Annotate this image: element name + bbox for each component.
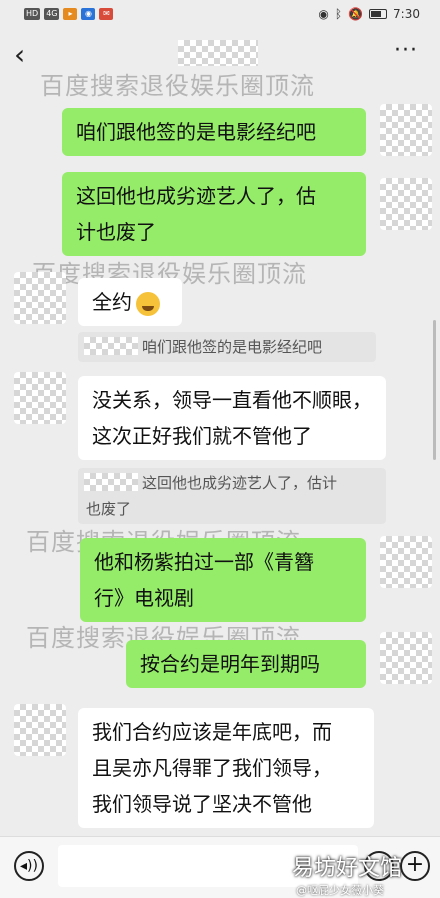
message-text-line: 计也废了 — [76, 220, 156, 244]
voice-icon[interactable]: ◂)) — [14, 851, 44, 881]
quote-sender-redacted — [84, 473, 138, 491]
browser-app-icon: ◉ — [81, 8, 96, 20]
corner-watermark-title: 易坊好文馆 — [292, 856, 403, 881]
message-bubble-right[interactable]: 他和杨紫拍过一部《青簪 行》电视剧 — [80, 538, 366, 622]
message-text: 按合约是明年到期吗 — [140, 652, 320, 676]
quote-text-line: 这回他也成劣迹艺人了，估计 — [142, 474, 338, 492]
signal-icon: 4G — [44, 8, 60, 20]
back-button[interactable]: ‹ — [14, 40, 38, 70]
quoted-message[interactable]: 这回他也成劣迹艺人了，估计 也废了 — [78, 468, 386, 524]
corner-watermark-sub: @呕屁少女薇小葵 — [296, 884, 384, 897]
contact-avatar[interactable] — [14, 272, 66, 324]
message-text-line: 没关系，领导一直看他不顺眼， — [92, 388, 372, 412]
message-text-line: 这次正好我们就不管他了 — [92, 424, 312, 448]
more-button[interactable]: ··· — [394, 38, 418, 63]
message-text-line: 我们领导说了坚决不管他 — [92, 792, 312, 816]
bluetooth-icon: ᛒ — [334, 7, 343, 21]
chat-title-redacted — [178, 40, 258, 66]
hd-icon: HD — [24, 8, 41, 20]
eye-icon: ◉ — [318, 7, 329, 21]
message-text-line: 我们合约应该是年底吧，而 — [92, 720, 332, 744]
quote-text-line: 也废了 — [86, 500, 132, 518]
self-avatar[interactable] — [380, 104, 432, 156]
plus-icon[interactable]: + — [400, 851, 430, 881]
quote-text: 咱们跟他签的是电影经纪吧 — [142, 338, 323, 356]
message-bubble-right[interactable]: 按合约是明年到期吗 — [126, 640, 366, 688]
message-text-line: 行》电视剧 — [94, 586, 194, 610]
message-bubble-left[interactable]: 全约 — [78, 278, 182, 326]
contact-avatar[interactable] — [14, 372, 66, 424]
message-text: 咱们跟他签的是电影经纪吧 — [76, 120, 316, 144]
mute-icon: 🔕 — [348, 7, 364, 21]
quoted-message[interactable]: 咱们跟他签的是电影经纪吧 — [78, 332, 376, 362]
status-time: 7:30 — [393, 7, 420, 21]
mail-app-icon: ✉ — [99, 8, 114, 20]
status-bar: HD 4G ▸ ◉ ✉ ◉ ᛒ 🔕 7:30 — [0, 0, 440, 30]
battery-icon — [369, 9, 388, 19]
message-bubble-left[interactable]: 我们合约应该是年底吧，而 且吴亦凡得罪了我们领导， 我们领导说了坚决不管他 — [78, 708, 374, 828]
scrollbar[interactable] — [433, 320, 436, 460]
message-text-line: 且吴亦凡得罪了我们领导， — [92, 756, 332, 780]
self-avatar[interactable] — [380, 632, 432, 684]
self-avatar[interactable] — [380, 178, 432, 230]
video-app-icon: ▸ — [63, 8, 78, 20]
watermark-text: 百度搜索退役娱乐圈顶流 — [40, 72, 315, 100]
message-text-line: 他和杨紫拍过一部《青簪 — [94, 550, 314, 574]
message-text: 全约 — [92, 290, 132, 314]
message-bubble-right[interactable]: 这回他也成劣迹艺人了，估 计也废了 — [62, 172, 366, 256]
contact-avatar[interactable] — [14, 704, 66, 756]
message-bubble-right[interactable]: 咱们跟他签的是电影经纪吧 — [62, 108, 366, 156]
status-right-icons: ◉ ᛒ 🔕 7:30 — [318, 7, 420, 21]
crying-laughing-emoji-icon — [136, 291, 160, 316]
message-bubble-left[interactable]: 没关系，领导一直看他不顺眼， 这次正好我们就不管他了 — [78, 376, 386, 460]
status-left-icons: HD 4G ▸ ◉ ✉ — [24, 8, 114, 20]
message-text-line: 这回他也成劣迹艺人了，估 — [76, 184, 316, 208]
quote-sender-redacted — [84, 337, 138, 355]
self-avatar[interactable] — [380, 536, 432, 588]
